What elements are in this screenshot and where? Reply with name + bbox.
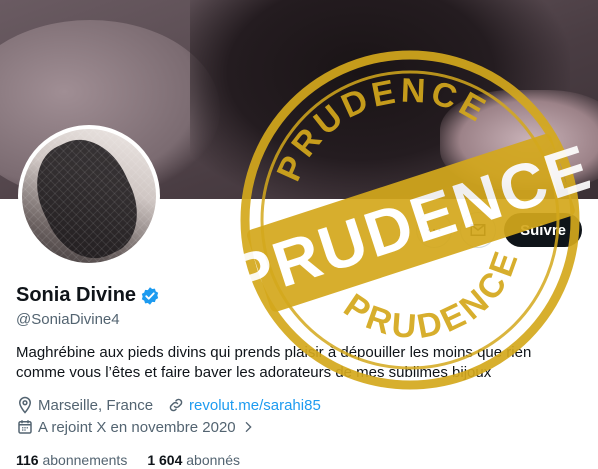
follow-button[interactable]: Suivre xyxy=(504,213,582,247)
location-icon xyxy=(18,396,32,414)
joined-item[interactable]: A rejoint X en novembre 2020 xyxy=(16,418,256,436)
message-icon xyxy=(470,224,486,236)
profile-actions: ⋯ Suivre xyxy=(416,212,582,248)
website-link[interactable]: revolut.me/sarahi85 xyxy=(189,397,321,414)
avatar[interactable] xyxy=(18,125,160,267)
location-text: Marseille, France xyxy=(38,396,154,414)
followers-label: abonnés xyxy=(186,452,240,468)
more-button[interactable]: ⋯ xyxy=(416,212,453,248)
chevron-right-icon xyxy=(245,421,252,433)
profile-meta: Marseille, France revolut.me/sarahi85 xyxy=(16,396,321,414)
link-icon xyxy=(169,398,183,412)
profile-handle: @SoniaDivine4 xyxy=(16,311,120,328)
following-label: abonnements xyxy=(42,452,128,468)
name-row: Sonia Divine xyxy=(16,284,160,307)
calendar-icon xyxy=(18,420,32,434)
more-icon: ⋯ xyxy=(426,222,443,239)
banner-skin-shape-right xyxy=(440,90,598,190)
followers-count: 1 604 xyxy=(147,452,183,468)
website-item[interactable]: revolut.me/sarahi85 xyxy=(167,396,321,414)
follow-counts: 116 abonnements 1 604 abonnés xyxy=(16,452,240,468)
verified-icon[interactable] xyxy=(140,286,160,306)
profile-name: Sonia Divine xyxy=(16,284,137,306)
joined-text: A rejoint X en novembre 2020 xyxy=(38,418,236,436)
location-item: Marseille, France xyxy=(16,396,153,414)
profile-bio: Maghrébine aux pieds divins qui prends p… xyxy=(16,344,532,381)
avatar-fishnet-pattern xyxy=(22,129,156,263)
following-link[interactable]: 116 abonnements xyxy=(16,452,127,468)
message-button[interactable] xyxy=(460,212,497,248)
followers-link[interactable]: 1 604 abonnés xyxy=(147,452,240,468)
following-count: 116 xyxy=(16,452,39,468)
